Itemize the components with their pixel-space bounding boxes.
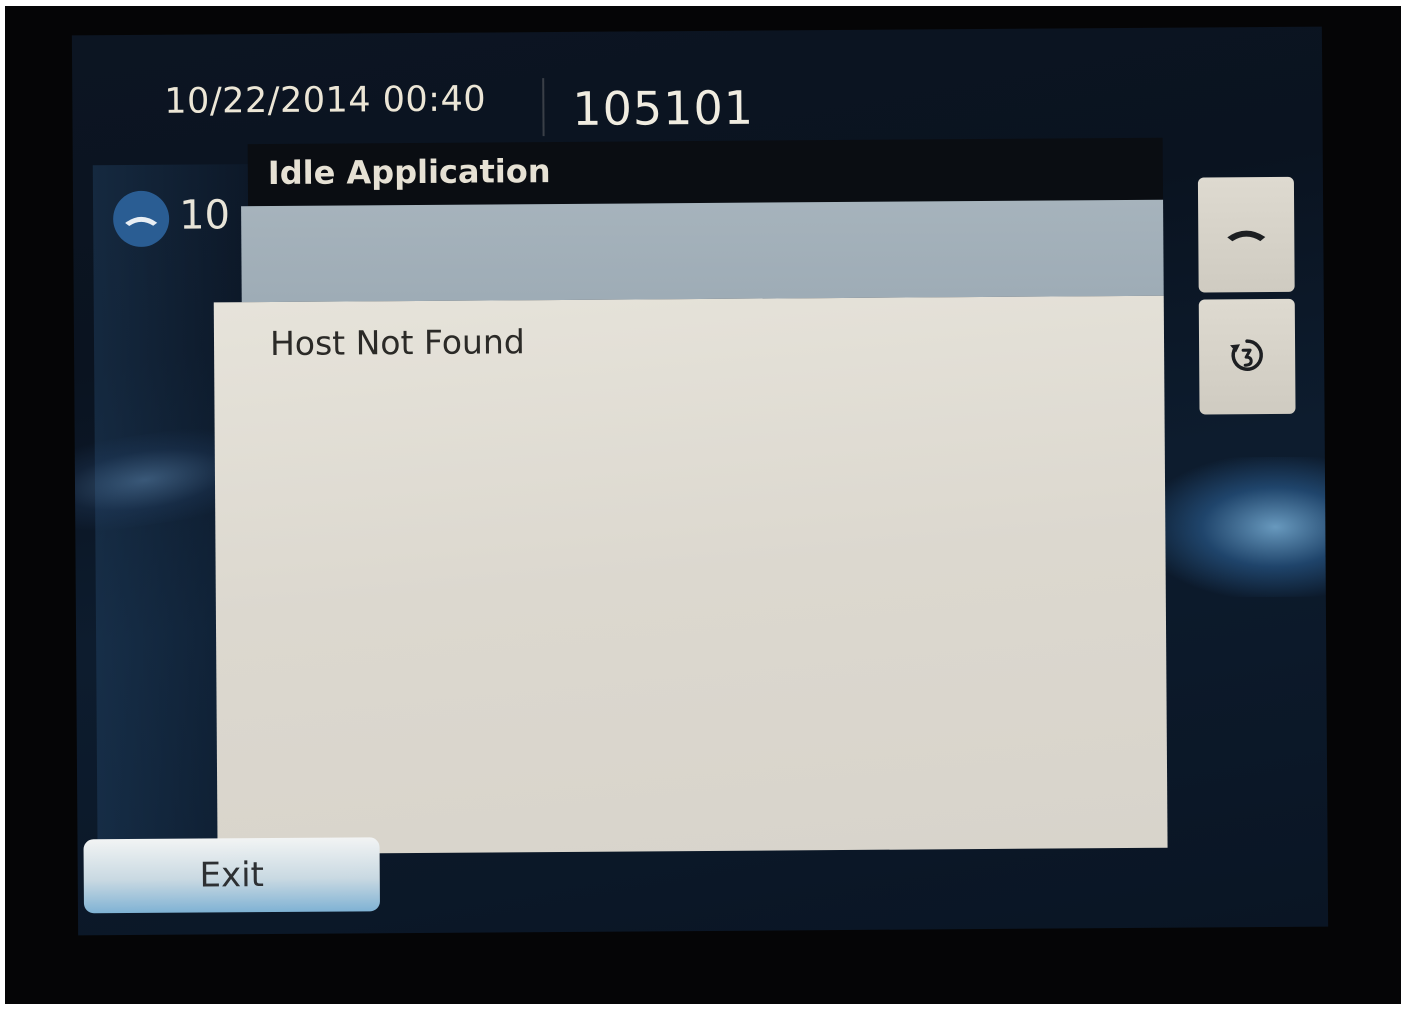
exit-softkey[interactable]: Exit [83, 837, 380, 914]
handset-icon [112, 190, 170, 248]
side-buttons [1197, 176, 1298, 415]
handset-icon [1223, 222, 1269, 248]
dialog-selected-row[interactable] [241, 199, 1164, 303]
background-glow-right [1144, 456, 1329, 598]
redial-icon [1225, 333, 1269, 381]
answer-call-button[interactable] [1197, 176, 1295, 293]
status-divider [542, 78, 545, 137]
date-time: 10/22/2014 00:40 [164, 79, 487, 122]
photo-frame: 10/22/2014 00:40 105101 10 Idle Applicat… [5, 6, 1401, 1004]
extension-number: 105101 [572, 80, 755, 136]
dialog-message: Host Not Found [269, 322, 525, 363]
idle-application-dialog: Idle Application Host Not Found [213, 128, 1168, 855]
phone-screen: 10/22/2014 00:40 105101 10 Idle Applicat… [71, 26, 1329, 936]
dialog-titlebar: Idle Application [247, 137, 1164, 207]
redial-button[interactable] [1198, 298, 1296, 415]
dialog-body: Host Not Found [213, 295, 1168, 855]
dialog-title: Idle Application [267, 152, 551, 193]
